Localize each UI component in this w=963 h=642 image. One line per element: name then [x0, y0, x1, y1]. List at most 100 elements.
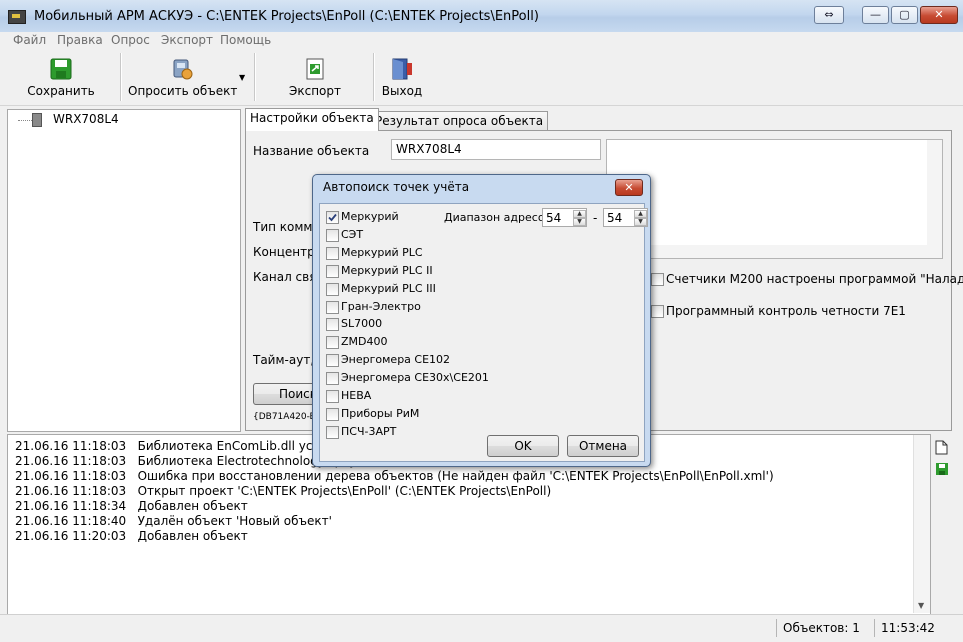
exit-button[interactable]: Выход: [378, 53, 426, 101]
object-name-label: Название объекта: [253, 144, 370, 158]
spin-down-icon[interactable]: ▼: [634, 218, 647, 226]
ok-button[interactable]: OK: [487, 435, 559, 457]
toolbar: Сохранить Опросить объект ▼ Экспорт Выхо…: [0, 49, 963, 106]
tree-item[interactable]: WRX708L4: [8, 110, 238, 128]
tab-object-settings[interactable]: Настройки объекта: [245, 108, 379, 131]
menu-poll[interactable]: Опрос: [111, 33, 150, 47]
comm-type-label: Тип комму: [253, 220, 320, 234]
memo-horizontal-scrollbar[interactable]: [607, 245, 927, 258]
meter-type-option[interactable]: Гран-Электро: [326, 299, 441, 315]
tab-poll-result[interactable]: Результат опроса объекта: [370, 111, 549, 132]
scroll-down-icon[interactable]: ▼: [918, 601, 924, 610]
meter-type-option[interactable]: ПСЧ-3АРТ: [326, 424, 441, 440]
meter-type-option[interactable]: SL7000: [326, 316, 441, 332]
parity-checkbox-label: Программный контроль четности 7E1: [666, 304, 906, 318]
log-row: 21.06.16 11:18:40 Удалён объект 'Новый о…: [15, 514, 332, 528]
m200-checkbox[interactable]: Счетчики M200 настроены программой "Нала…: [651, 272, 963, 288]
meter-type-label: Меркурий PLC: [341, 245, 423, 259]
menu-edit[interactable]: Правка: [57, 33, 103, 47]
log-time: 21.06.16 11:18:03: [15, 469, 127, 483]
tree-item-label: WRX708L4: [53, 112, 119, 126]
memo-vertical-scrollbar[interactable]: [927, 140, 942, 258]
restore-size-button[interactable]: ⇔: [814, 6, 844, 24]
menu-help[interactable]: Помощь: [220, 33, 271, 47]
dialog-close-button[interactable]: ✕: [615, 179, 643, 196]
address-range-label: Диапазон адресов: [444, 211, 552, 224]
meter-type-label: Энергомера CE102: [341, 353, 451, 367]
app-icon: [8, 10, 26, 24]
log-text: Ошибка при восстановлении дерева объекто…: [137, 469, 774, 483]
meter-type-checkbox[interactable]: [326, 264, 339, 278]
meter-type-option[interactable]: ZMD400: [326, 334, 441, 350]
log-row: 21.06.16 11:20:03 Добавлен объект: [15, 529, 248, 543]
meter-type-checkbox[interactable]: [326, 354, 339, 368]
meter-type-list: Меркурий СЭТ Меркурий PLC Меркурий PLC II Ме…: [320, 204, 489, 444]
log-time: 21.06.16 11:18:34: [15, 499, 127, 513]
object-tree[interactable]: WRX708L4: [7, 109, 241, 432]
meter-type-label: НЕВА: [341, 389, 372, 402]
minimize-button[interactable]: —: [862, 6, 889, 24]
meter-type-option[interactable]: Приборы РиМ: [326, 406, 441, 422]
maximize-button[interactable]: ▢: [891, 6, 918, 24]
close-button[interactable]: ✕: [920, 6, 958, 24]
spin-down-icon[interactable]: ▼: [573, 218, 586, 226]
new-document-icon[interactable]: [935, 440, 948, 455]
spin-up-icon[interactable]: ▲: [634, 210, 647, 218]
meter-type-checkbox[interactable]: [326, 407, 339, 421]
address-to-spinner[interactable]: 54 ▲ ▼: [603, 208, 648, 227]
meter-type-checkbox[interactable]: [326, 372, 339, 386]
meter-type-option[interactable]: НЕВА: [326, 388, 441, 404]
meter-type-label: Меркурий PLC II: [341, 263, 433, 277]
m200-checkbox-label: Счетчики M200 настроены программой "Нала…: [666, 272, 963, 286]
window-title: Мобильный АРМ АСКУЭ - C:\ENTEK Projects\…: [34, 9, 539, 24]
poll-object-button[interactable]: Опросить объект: [128, 53, 238, 101]
meter-type-checkbox[interactable]: [326, 300, 339, 314]
export-button[interactable]: Экспорт: [282, 53, 348, 101]
menu-file[interactable]: Файл: [13, 33, 46, 47]
save-label: Сохранить: [27, 84, 95, 98]
cancel-button[interactable]: Отмена: [567, 435, 639, 457]
meter-type-label: ПСЧ-3АРТ: [341, 424, 397, 438]
meter-type-checkbox[interactable]: [326, 211, 339, 224]
status-bar: Объектов: 1 11:53:42: [0, 614, 963, 642]
meter-type-checkbox[interactable]: [326, 336, 339, 350]
meter-type-label: СЭТ: [341, 227, 364, 241]
meter-type-option[interactable]: Энергомера CE102: [326, 352, 450, 368]
log-text: Открыт проект 'C:\ENTEK Projects\EnPoll'…: [137, 484, 552, 498]
parity-checkbox[interactable]: Программный контроль четности 7E1: [651, 304, 946, 320]
meter-type-checkbox[interactable]: [326, 390, 339, 403]
meter-type-checkbox[interactable]: [326, 228, 339, 242]
description-memo[interactable]: [606, 139, 943, 259]
meter-type-option[interactable]: Меркурий PLC: [326, 245, 441, 261]
log-text: Добавлен объект: [137, 529, 248, 543]
meter-type-checkbox[interactable]: [326, 246, 339, 260]
log-vertical-scrollbar[interactable]: ▼: [913, 435, 930, 613]
meter-type-option[interactable]: Меркурий PLC II: [326, 263, 441, 279]
meter-type-option[interactable]: Меркурий: [326, 209, 441, 225]
meter-type-checkbox[interactable]: [326, 425, 339, 439]
menu-export[interactable]: Экспорт: [161, 33, 213, 47]
title-bar: Мобильный АРМ АСКУЭ - C:\ENTEK Projects\…: [0, 0, 963, 33]
poll-object-label: Опросить объект: [128, 84, 238, 98]
exit-door-icon: [392, 58, 412, 80]
meter-type-label: Меркурий: [341, 210, 399, 223]
save-button[interactable]: Сохранить: [22, 53, 100, 101]
dialog-body: Меркурий СЭТ Меркурий PLC Меркурий PLC II Ме…: [319, 203, 648, 462]
address-from-spinner[interactable]: 54 ▲ ▼: [542, 208, 587, 227]
object-name-field[interactable]: WRX708L4: [391, 139, 601, 160]
parity-checkbox-box[interactable]: [651, 305, 664, 318]
dialog-title: Автопоиск точек учёта: [323, 180, 470, 194]
poll-device-icon: [173, 59, 193, 80]
m200-checkbox-box[interactable]: [651, 273, 664, 286]
meter-type-checkbox[interactable]: [326, 318, 339, 332]
meter-type-option[interactable]: Энергомера CE30x\CE201: [326, 370, 489, 386]
poll-dropdown-arrow-icon[interactable]: ▼: [239, 73, 245, 82]
spin-up-icon[interactable]: ▲: [573, 210, 586, 218]
address-range-dash: -: [593, 211, 598, 225]
meter-type-option[interactable]: Меркурий PLC III: [326, 281, 441, 297]
menu-bar: Файл Правка Опрос Экспорт Помощь: [0, 32, 963, 49]
address-to-value: 54: [607, 211, 623, 225]
meter-type-checkbox[interactable]: [326, 282, 339, 296]
meter-type-option[interactable]: СЭТ: [326, 227, 441, 243]
save-log-icon[interactable]: [935, 462, 949, 476]
